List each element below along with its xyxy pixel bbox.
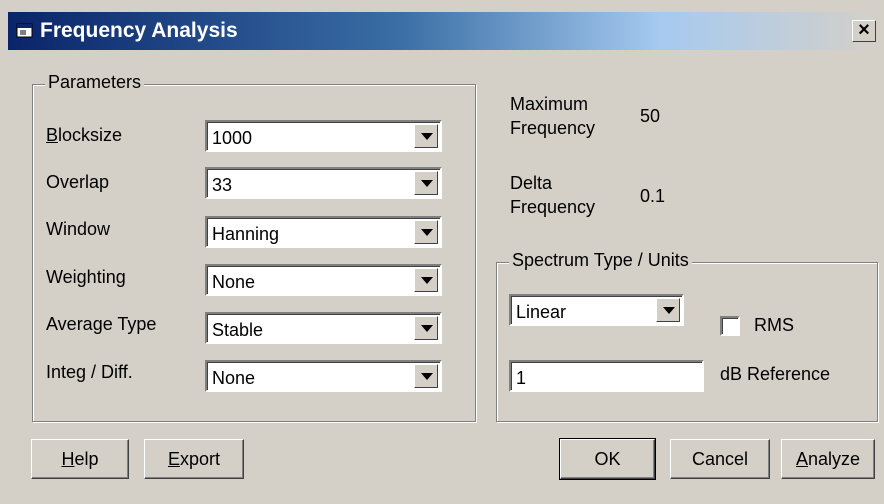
chevron-down-icon[interactable] [414,124,438,148]
chevron-down-icon[interactable] [414,316,438,340]
app-window-icon [16,23,33,38]
delta-frequency-label: Delta Frequency [510,173,596,217]
help-button[interactable]: Help [31,439,129,479]
db-reference-label: dB Reference [720,364,831,384]
delta-frequency-value: 0.1 [640,186,666,206]
ok-button[interactable]: OK [559,438,656,480]
close-icon: × [858,19,870,41]
chevron-down-icon[interactable] [414,364,438,388]
integ-diff-label: Integ / Diff. [46,362,133,382]
title-bar[interactable]: Frequency Analysis × [8,12,878,50]
maximum-frequency-value: 50 [640,106,661,126]
average-type-label: Average Type [46,314,157,334]
close-button[interactable]: × [852,20,876,42]
weighting-label: Weighting [46,267,126,287]
chevron-down-icon[interactable] [414,220,438,244]
chevron-down-icon[interactable] [414,268,438,292]
cancel-button[interactable]: Cancel [670,439,770,479]
weighting-select[interactable]: None [205,264,442,296]
spectrum-group: Spectrum Type / Units [496,250,878,422]
overlap-label: Overlap [46,172,110,192]
rms-checkbox[interactable] [720,316,740,336]
window-title: Frequency Analysis [40,19,238,42]
maximum-frequency-label: Maximum Frequency [510,94,596,138]
export-button[interactable]: Export [144,439,244,479]
frequency-analysis-dialog: Frequency Analysis × Parameters Blocksiz… [0,0,884,504]
window-label: Window [46,219,111,239]
overlap-select[interactable]: 33 [205,167,442,199]
integ-diff-select[interactable]: None [205,360,442,392]
chevron-down-icon[interactable] [656,298,680,322]
spectrum-type-select[interactable]: Linear [509,294,684,326]
chevron-down-icon[interactable] [414,171,438,195]
window-select[interactable]: Hanning [205,216,442,248]
spectrum-group-title: Spectrum Type / Units [509,250,692,271]
rms-label[interactable]: RMS [754,315,794,336]
blocksize-select[interactable]: 1000 [205,120,442,152]
blocksize-label: Blocksize [46,125,123,145]
analyze-button[interactable]: Analyze [781,439,875,479]
db-reference-input[interactable]: 1 [509,360,704,392]
parameters-group-title: Parameters [45,72,145,93]
average-type-select[interactable]: Stable [205,312,442,344]
